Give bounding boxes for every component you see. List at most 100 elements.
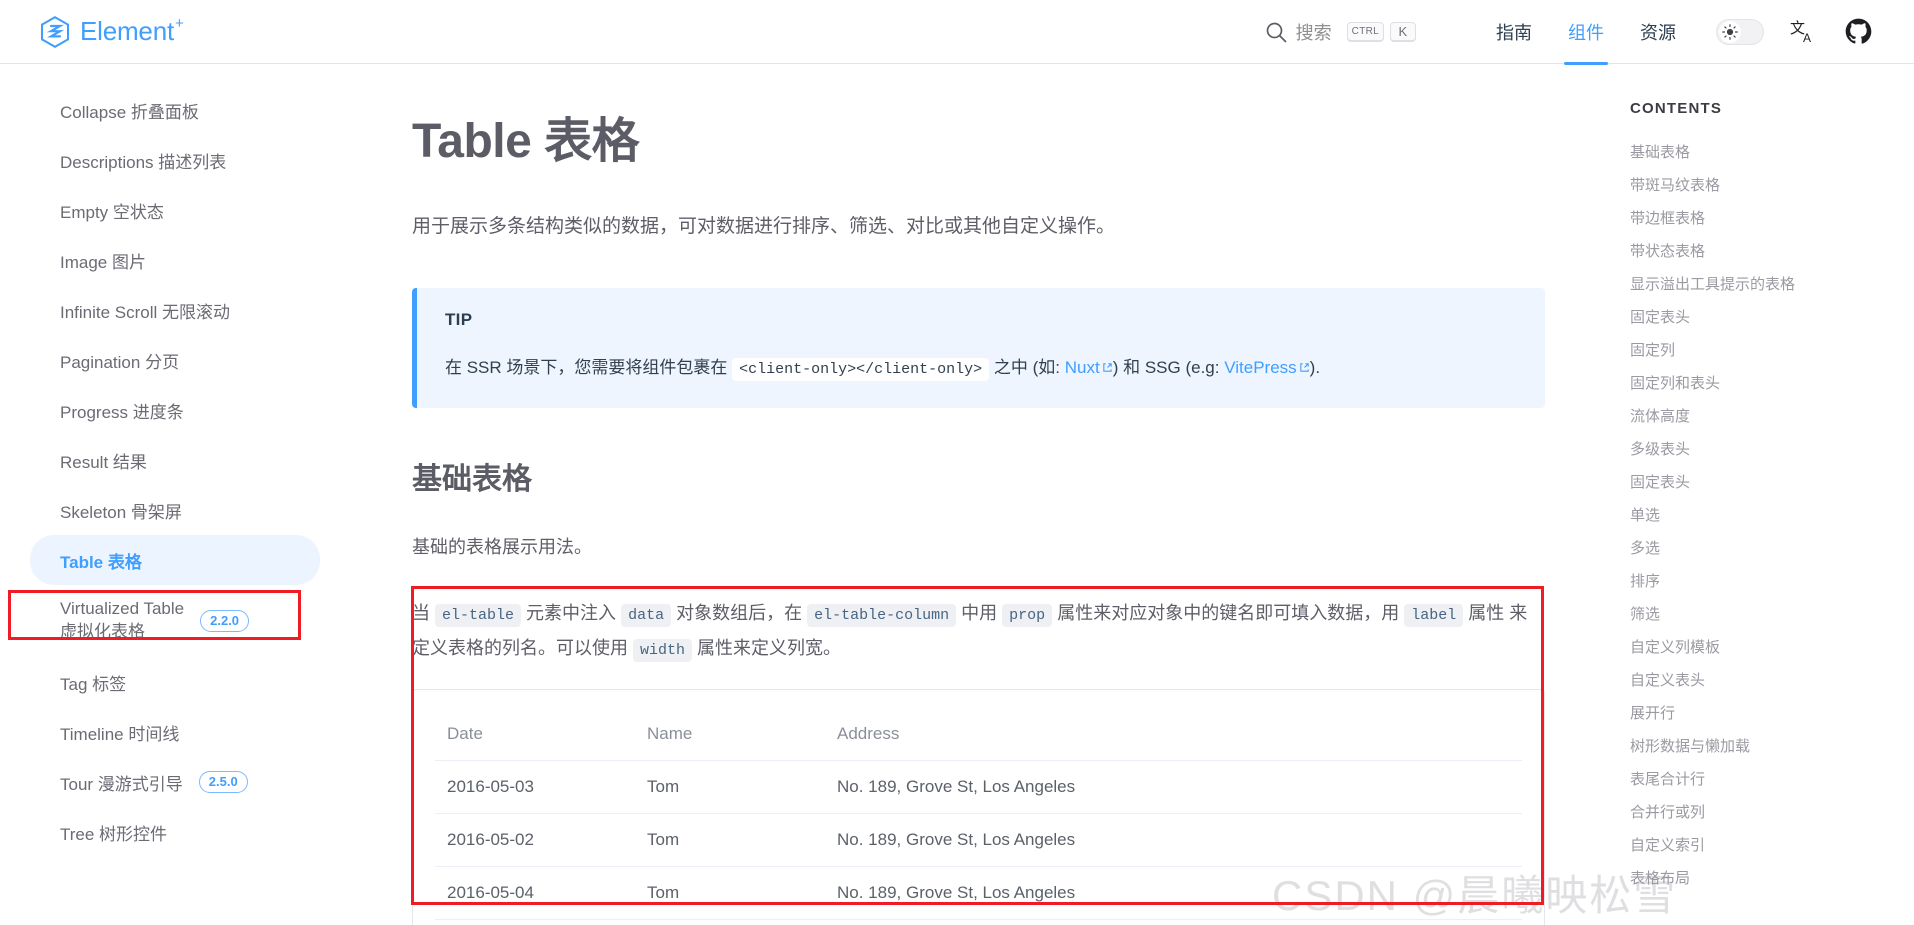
toc-item-20[interactable]: 合并行或列 [1630, 796, 1914, 829]
sidebar-item-label: Descriptions 描述列表 [60, 152, 227, 172]
sidebar-item-infinite-scroll[interactable]: Infinite Scroll 无限滚动 [0, 285, 410, 335]
sidebar-item-collapse[interactable]: Collapse 折叠面板 [0, 85, 410, 135]
toc-item-8[interactable]: 流体高度 [1630, 400, 1914, 433]
demo-table-block: Date Name Address 2016-05-03 Tom No. 189… [412, 689, 1545, 925]
cell-date: 2016-05-03 [435, 760, 635, 815]
toc-item-22[interactable]: 表格布局 [1630, 862, 1914, 895]
sidebar-item-label-cn: 虚拟化表格 [60, 622, 145, 641]
theme-toggle-switch[interactable] [1716, 18, 1764, 45]
version-badge: 2.5.0 [198, 771, 248, 793]
sidebar-item-label: Infinite Scroll 无限滚动 [60, 302, 231, 322]
sidebar-item-label: Pagination 分页 [60, 352, 180, 372]
toc-item-19[interactable]: 表尾合计行 [1630, 763, 1914, 796]
main-content: Table 表格 用于展示多条结构类似的数据，可对数据进行排序、筛选、对比或其他… [410, 65, 1600, 925]
sidebar-item-result[interactable]: Result 结果 [0, 435, 410, 485]
cell-name: Tom [635, 760, 825, 815]
cell-address: No. 189, Grove St, Los Angeles [825, 866, 1522, 921]
table-row[interactable]: 2016-05-01 Tom No. 189, Grove St, Los An… [435, 919, 1522, 925]
sidebar-item-label: Collapse 折叠面板 [60, 102, 199, 122]
sidebar-item-label: Tree 树形控件 [60, 824, 168, 844]
toc-item-14[interactable]: 筛选 [1630, 598, 1914, 631]
para2-d: 中用 [961, 603, 998, 624]
toc-item-18[interactable]: 树形数据与懒加载 [1630, 730, 1914, 763]
sidebar-item-label: Virtualized Table [60, 599, 185, 619]
toc-item-0[interactable]: 基础表格 [1630, 136, 1914, 169]
sidebar-item-label-wrap: Virtualized Table 虚拟化表格 [60, 598, 184, 644]
cell-address: No. 189, Grove St, Los Angeles [825, 919, 1522, 925]
svg-text:A: A [1803, 31, 1811, 45]
github-icon[interactable] [1845, 18, 1872, 45]
table-row[interactable]: 2016-05-04 Tom No. 189, Grove St, Los An… [435, 866, 1522, 921]
toc-item-9[interactable]: 多级表头 [1630, 433, 1914, 466]
sidebar-item-tour[interactable]: Tour 漫游式引导 2.5.0 [0, 757, 410, 807]
search-button[interactable]: 搜索 CTRL K [1265, 19, 1416, 45]
theme-toggle-knob [1719, 20, 1741, 43]
toc-item-11[interactable]: 单选 [1630, 499, 1914, 532]
nav-item-components[interactable]: 组件 [1550, 0, 1622, 65]
toc-item-7[interactable]: 固定列和表头 [1630, 367, 1914, 400]
sidebar-item-image[interactable]: Image 图片 [0, 235, 410, 285]
app-header: Element+ 搜索 CTRL K 指南 组件 资源 文 A [0, 0, 1914, 65]
toc-item-15[interactable]: 自定义列模板 [1630, 631, 1914, 664]
sidebar-item-virtualized-table[interactable]: Virtualized Table 虚拟化表格 2.2.0 [0, 585, 410, 657]
search-shortcut-hint: CTRL K [1346, 21, 1416, 42]
toc-item-3[interactable]: 带状态表格 [1630, 235, 1914, 268]
code-label: label [1404, 604, 1464, 628]
para2-c: 对象数组后，在 [676, 603, 803, 624]
page-title: Table 表格 [412, 115, 640, 168]
sidebar-item-pagination[interactable]: Pagination 分页 [0, 335, 410, 385]
code-width: width [633, 638, 693, 662]
components-sidebar: Collapse 折叠面板 Descriptions 描述列表 Empty 空状… [0, 65, 410, 925]
sidebar-item-descriptions[interactable]: Descriptions 描述列表 [0, 135, 410, 185]
nuxt-link[interactable]: Nuxt [1065, 358, 1100, 377]
table-col-header-name[interactable]: Name [635, 712, 825, 762]
toc-item-1[interactable]: 带斑马纹表格 [1630, 169, 1914, 202]
toc-item-2[interactable]: 带边框表格 [1630, 202, 1914, 235]
table-body: 2016-05-03 Tom No. 189, Grove St, Los An… [435, 760, 1522, 925]
sidebar-item-empty[interactable]: Empty 空状态 [0, 185, 410, 235]
table-col-header-date[interactable]: Date [435, 712, 635, 762]
para2-h: 属性来定义列宽。 [697, 637, 842, 658]
toc-item-10[interactable]: 固定表头 [1630, 466, 1914, 499]
sidebar-item-progress[interactable]: Progress 进度条 [0, 385, 410, 435]
nav-item-resources[interactable]: 资源 [1622, 0, 1694, 64]
external-link-icon [1100, 358, 1113, 377]
tip-text-part1: 在 SSR 场景下，您需要将组件包裹在 [445, 358, 728, 378]
table-row[interactable]: 2016-05-03 Tom No. 189, Grove St, Los An… [435, 760, 1522, 815]
toc-item-16[interactable]: 自定义表头 [1630, 664, 1914, 697]
tip-body: 在 SSR 场景下，您需要将组件包裹在 <client-only></clien… [445, 354, 1517, 382]
sidebar-item-skeleton[interactable]: Skeleton 骨架屏 [0, 485, 410, 535]
brand-name: Element+ [80, 15, 184, 46]
demo-table-inner: Date Name Address 2016-05-03 Tom No. 189… [413, 690, 1544, 925]
toc-item-21[interactable]: 自定义索引 [1630, 829, 1914, 862]
translate-icon[interactable]: 文 A [1790, 18, 1845, 45]
cell-address: No. 189, Grove St, Los Angeles [825, 760, 1522, 815]
sidebar-item-tag[interactable]: Tag 标签 [0, 657, 410, 707]
sidebar-item-tree[interactable]: Tree 树形控件 [0, 807, 410, 857]
brand-logo-link[interactable]: Element+ [40, 0, 184, 64]
sidebar-item-label: Tag 标签 [60, 674, 127, 694]
vitepress-link[interactable]: VitePress [1224, 358, 1296, 377]
table-row[interactable]: 2016-05-02 Tom No. 189, Grove St, Los An… [435, 813, 1522, 868]
tip-callout: TIP 在 SSR 场景下，您需要将组件包裹在 <client-only></c… [412, 288, 1545, 409]
toc-item-13[interactable]: 排序 [1630, 565, 1914, 598]
toc-item-17[interactable]: 展开行 [1630, 697, 1914, 730]
sidebar-item-label: Result 结果 [60, 452, 147, 472]
tip-text-part4: ). [1309, 358, 1321, 378]
version-badge: 2.2.0 [200, 610, 250, 632]
sidebar-item-timeline[interactable]: Timeline 时间线 [0, 707, 410, 757]
toc-item-4[interactable]: 显示溢出工具提示的表格 [1630, 268, 1914, 301]
kbd-k: K [1390, 21, 1416, 42]
sidebar-item-table[interactable]: Table 表格 [30, 535, 320, 585]
sidebar-item-label: Timeline 时间线 [60, 724, 180, 744]
toc-item-12[interactable]: 多选 [1630, 532, 1914, 565]
cell-name: Tom [635, 866, 825, 921]
search-icon [1265, 21, 1287, 43]
cell-name: Tom [635, 919, 825, 925]
toc-item-5[interactable]: 固定表头 [1630, 301, 1914, 334]
nav-item-guide[interactable]: 指南 [1478, 0, 1550, 64]
table-col-header-address[interactable]: Address [825, 712, 1522, 762]
toc-item-6[interactable]: 固定列 [1630, 334, 1914, 367]
tip-title: TIP [445, 310, 473, 330]
tip-code-snippet: <client-only></client-only> [732, 358, 990, 382]
